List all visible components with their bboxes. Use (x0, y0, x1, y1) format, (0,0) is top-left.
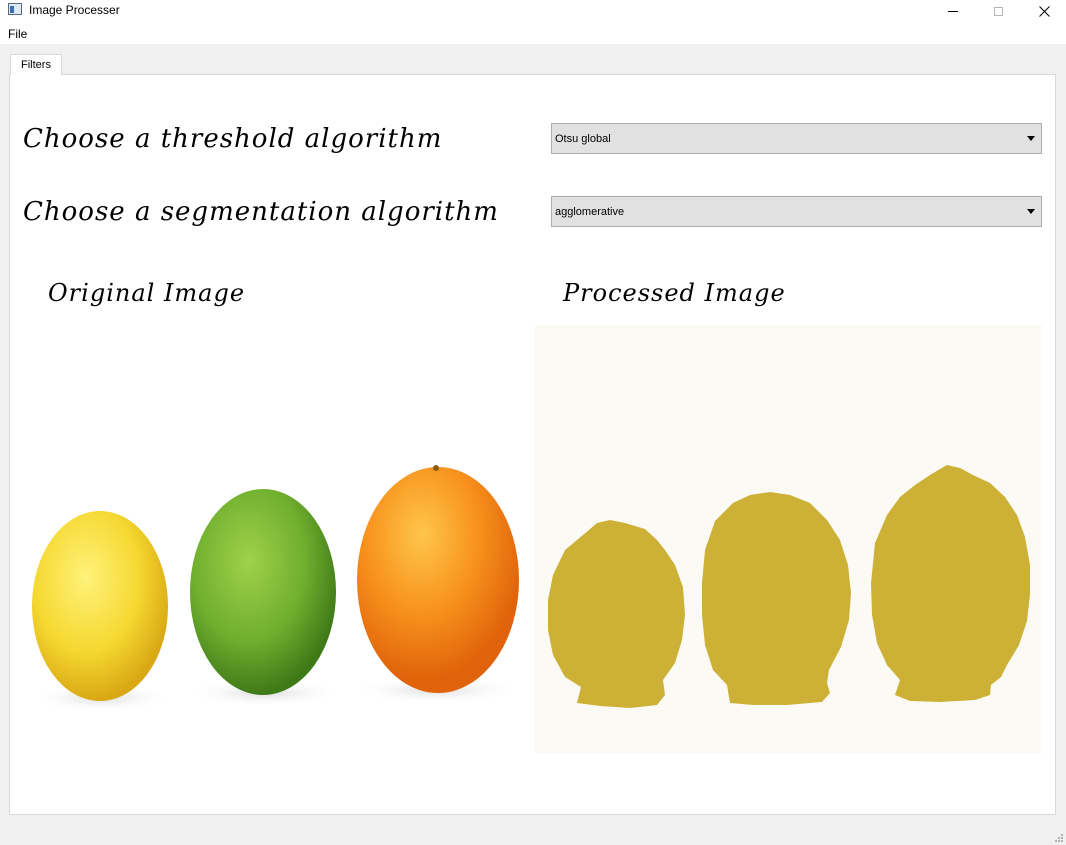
minimize-icon (948, 10, 958, 12)
orange-fruit (357, 467, 519, 693)
maximize-icon (993, 6, 1003, 16)
maximize-button[interactable] (975, 0, 1021, 22)
chevron-down-icon (1027, 136, 1035, 141)
lime-fruit (190, 489, 336, 695)
window-title: Image Processer (29, 3, 120, 17)
original-image (22, 325, 530, 753)
close-button[interactable] (1021, 0, 1066, 22)
processed-image-label: Processed Image (563, 279, 786, 307)
lemon-fruit (32, 511, 168, 701)
original-image-label: Original Image (48, 279, 246, 307)
menu-file[interactable]: File (8, 26, 27, 42)
segmentation-algorithm-select[interactable]: agglomerative (551, 196, 1042, 227)
resize-grip-icon[interactable] (1054, 833, 1064, 843)
app-window: Image Processer File Filters Choose a th… (0, 0, 1066, 845)
title-bar[interactable]: Image Processer (0, 0, 1066, 22)
chevron-down-icon (1027, 209, 1035, 214)
minimize-button[interactable] (930, 0, 976, 22)
menu-bar: File (0, 22, 1066, 44)
segmentation-selected-value: agglomerative (555, 206, 625, 218)
close-icon (1038, 5, 1050, 17)
processed-image (535, 325, 1042, 753)
threshold-algorithm-select[interactable]: Otsu global (551, 123, 1042, 154)
app-window-icon (8, 3, 22, 15)
threshold-label: Choose a threshold algorithm (23, 124, 443, 154)
tab-filters[interactable]: Filters (10, 54, 62, 75)
threshold-selected-value: Otsu global (555, 133, 611, 145)
segmentation-label: Choose a segmentation algorithm (23, 197, 499, 227)
